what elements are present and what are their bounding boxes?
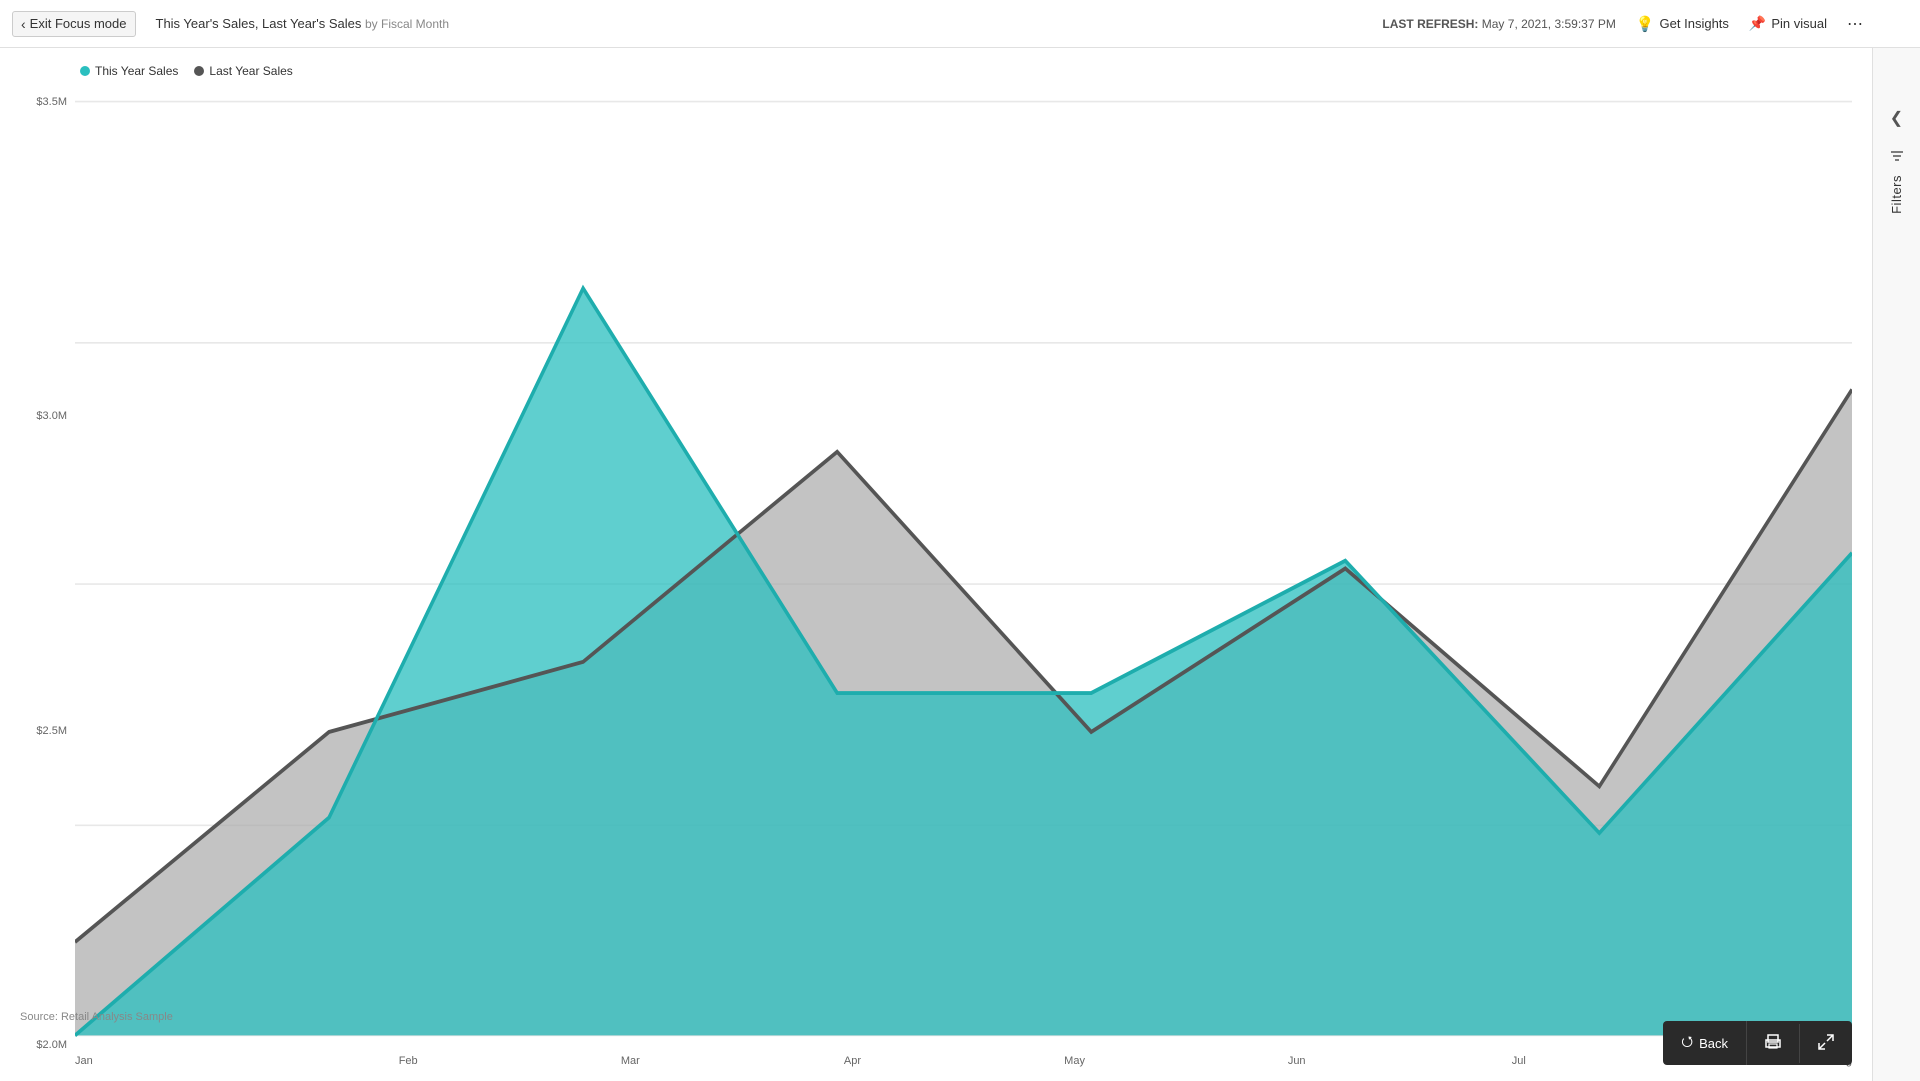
pin-icon: 📌 xyxy=(1749,15,1766,32)
expand-button[interactable] xyxy=(1800,1024,1852,1063)
y-axis: $3.5M $3.0M $2.5M $2.0M xyxy=(20,86,75,1081)
source-text: Source: Retail Analysis Sample xyxy=(20,1011,173,1023)
pin-visual-button[interactable]: 📌 Pin visual xyxy=(1749,15,1827,32)
filters-label: Filters xyxy=(1889,175,1904,214)
back-label: Back xyxy=(1699,1036,1728,1051)
x-label-mar: Mar xyxy=(519,1055,741,1073)
exit-focus-button[interactable]: ‹ Exit Focus mode xyxy=(12,11,136,37)
legend-this-year: This Year Sales xyxy=(80,64,178,78)
x-axis: Jan Feb Mar Apr May Jun Jul Aug xyxy=(75,1051,1852,1081)
x-label-feb: Feb xyxy=(297,1055,519,1073)
more-options-button[interactable]: ⋯ xyxy=(1847,14,1864,34)
y-label-3-0m: $3.0M xyxy=(20,410,75,422)
last-year-label: Last Year Sales xyxy=(209,64,292,78)
x-label-jul: Jul xyxy=(1408,1055,1630,1073)
back-button[interactable]: ⭯ Back xyxy=(1663,1021,1747,1065)
last-year-dot xyxy=(194,66,204,76)
last-refresh-text: LAST REFRESH: May 7, 2021, 3:59:37 PM xyxy=(1382,17,1615,31)
back-circle-icon: ⭯ xyxy=(1681,1031,1693,1055)
chart-subtitle: by Fiscal Month xyxy=(365,17,449,31)
filters-toggle[interactable]: Filters xyxy=(1889,148,1905,214)
x-label-may: May xyxy=(964,1055,1186,1073)
header-left: ‹ Exit Focus mode This Year's Sales, Las… xyxy=(12,11,449,37)
y-label-2-5m: $2.5M xyxy=(20,725,75,737)
chart-container: This Year Sales Last Year Sales $3.5M $3… xyxy=(0,48,1872,1081)
y-label-3-5m: $3.5M xyxy=(20,96,75,108)
chart-title-text: This Year's Sales, Last Year's Sales xyxy=(156,16,362,31)
this-year-label: This Year Sales xyxy=(95,64,178,78)
header-right: LAST REFRESH: May 7, 2021, 3:59:37 PM 💡 … xyxy=(1382,14,1864,34)
this-year-dot xyxy=(80,66,90,76)
x-label-jun: Jun xyxy=(1186,1055,1408,1073)
filters-sidebar: ❮ Filters xyxy=(1872,48,1920,1081)
print-icon xyxy=(1765,1034,1781,1053)
chart-title: This Year's Sales, Last Year's Sales by … xyxy=(156,16,450,31)
exit-focus-label: Exit Focus mode xyxy=(30,16,127,31)
chart-plot-area: Jan Feb Mar Apr May Jun Jul Aug xyxy=(75,86,1852,1081)
header-bar: ‹ Exit Focus mode This Year's Sales, Las… xyxy=(0,0,1920,48)
source-text-area: Source: Retail Analysis Sample xyxy=(20,1007,173,1025)
y-label-2-0m: $2.0M xyxy=(20,1039,75,1051)
filter-icon xyxy=(1889,148,1905,167)
back-arrow-icon: ‹ xyxy=(21,16,26,32)
filters-chevron-button[interactable]: ❮ xyxy=(1890,108,1903,128)
ellipsis-icon: ⋯ xyxy=(1847,14,1864,34)
chart-area-wrapper: $3.5M $3.0M $2.5M $2.0M xyxy=(20,86,1852,1081)
print-button[interactable] xyxy=(1747,1024,1800,1063)
legend-last-year: Last Year Sales xyxy=(194,64,292,78)
chart-legend: This Year Sales Last Year Sales xyxy=(20,64,1852,78)
x-label-apr: Apr xyxy=(741,1055,963,1073)
get-insights-button[interactable]: 💡 Get Insights xyxy=(1636,15,1729,33)
x-label-jan: Jan xyxy=(75,1055,297,1073)
lightbulb-icon: 💡 xyxy=(1636,15,1655,33)
expand-icon xyxy=(1818,1034,1834,1053)
svg-wrapper xyxy=(75,86,1852,1051)
chart-svg xyxy=(75,86,1852,1051)
bottom-action-bar: ⭯ Back xyxy=(1663,1021,1852,1065)
